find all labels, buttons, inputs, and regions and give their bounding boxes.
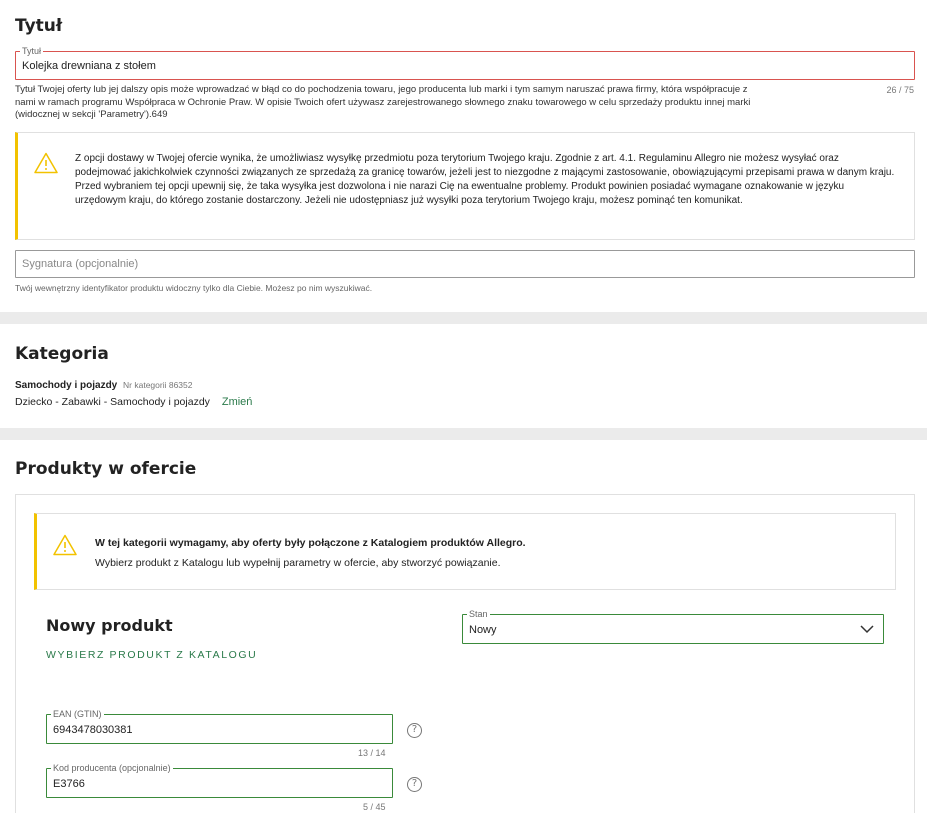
section-separator	[0, 428, 927, 440]
title-heading: Tytuł	[15, 16, 63, 36]
producer-code-legend: Kod producenta (opcjonalnie)	[51, 762, 173, 774]
section-separator	[0, 312, 927, 324]
catalog-info-bold: W tej kategorii wymagamy, aby oferty był…	[95, 537, 526, 549]
ean-counter: 13 / 14	[358, 748, 386, 758]
state-select-value: Nowy	[469, 624, 497, 636]
signature-placeholder[interactable]: Sygnatura (opcjonalnie)	[22, 258, 138, 270]
producer-code-field[interactable]: Kod producenta (opcjonalnie) E3766	[46, 762, 393, 798]
category-section: Kategoria Samochody i pojazdy Nr kategor…	[0, 324, 927, 428]
title-error-text: Tytuł Twojej oferty lub jej dalszy opis …	[15, 84, 751, 120]
products-card: W tej kategorii wymagamy, aby oferty był…	[15, 494, 915, 813]
category-heading: Kategoria	[15, 344, 109, 364]
category-name: Samochody i pojazdy	[15, 380, 118, 391]
signature-field[interactable]: Sygnatura (opcjonalnie)	[15, 250, 915, 278]
warning-icon	[53, 534, 77, 556]
title-field[interactable]: Tytuł Kolejka drewniana z stołem	[15, 45, 915, 80]
chevron-down-icon	[860, 625, 874, 634]
products-heading: Produkty w ofercie	[15, 459, 197, 479]
category-number: Nr kategorii 86352	[123, 380, 193, 390]
catalog-info-box: W tej kategorii wymagamy, aby oferty był…	[34, 513, 896, 590]
title-section: Tytuł Tytuł Kolejka drewniana z stołem 2…	[0, 0, 927, 312]
title-counter: 26 / 75	[886, 85, 914, 95]
state-select-legend: Stan	[467, 608, 490, 620]
new-product-heading: Nowy produkt	[46, 616, 173, 635]
category-path-row: Dziecko - Zabawki - Samochody i pojazdy …	[15, 396, 252, 408]
title-input-value[interactable]: Kolejka drewniana z stołem	[22, 60, 156, 72]
products-section: Produkty w ofercie W tej kategorii wymag…	[0, 440, 927, 813]
ean-field[interactable]: EAN (GTIN) 6943478030381	[46, 708, 393, 744]
choose-catalog-product-link[interactable]: WYBIERZ PRODUKT Z KATALOGU	[46, 649, 257, 661]
category-path: Dziecko - Zabawki - Samochody i pojazdy	[15, 396, 210, 408]
signature-help-text: Twój wewnętrzny identyfikator produktu w…	[15, 283, 373, 293]
shipping-warning-box: Z opcji dostawy w Twojej ofercie wynika,…	[15, 132, 915, 240]
producer-code-counter: 5 / 45	[363, 802, 386, 812]
ean-input-value[interactable]: 6943478030381	[53, 724, 133, 736]
change-category-link[interactable]: Zmień	[222, 396, 253, 408]
ean-field-legend: EAN (GTIN)	[51, 708, 104, 720]
catalog-info-text: Wybierz produkt z Katalogu lub wypełnij …	[95, 557, 501, 569]
producer-code-input-value[interactable]: E3766	[53, 778, 85, 790]
category-name-row: Samochody i pojazdy Nr kategorii 86352	[15, 380, 193, 391]
producer-code-help-icon[interactable]: ?	[407, 777, 422, 792]
ean-help-icon[interactable]: ?	[407, 723, 422, 738]
shipping-warning-text: Z opcji dostawy w Twojej ofercie wynika,…	[75, 153, 895, 206]
state-select[interactable]: Stan Nowy	[462, 608, 884, 644]
warning-icon	[34, 152, 58, 174]
title-field-legend: Tytuł	[20, 45, 44, 57]
